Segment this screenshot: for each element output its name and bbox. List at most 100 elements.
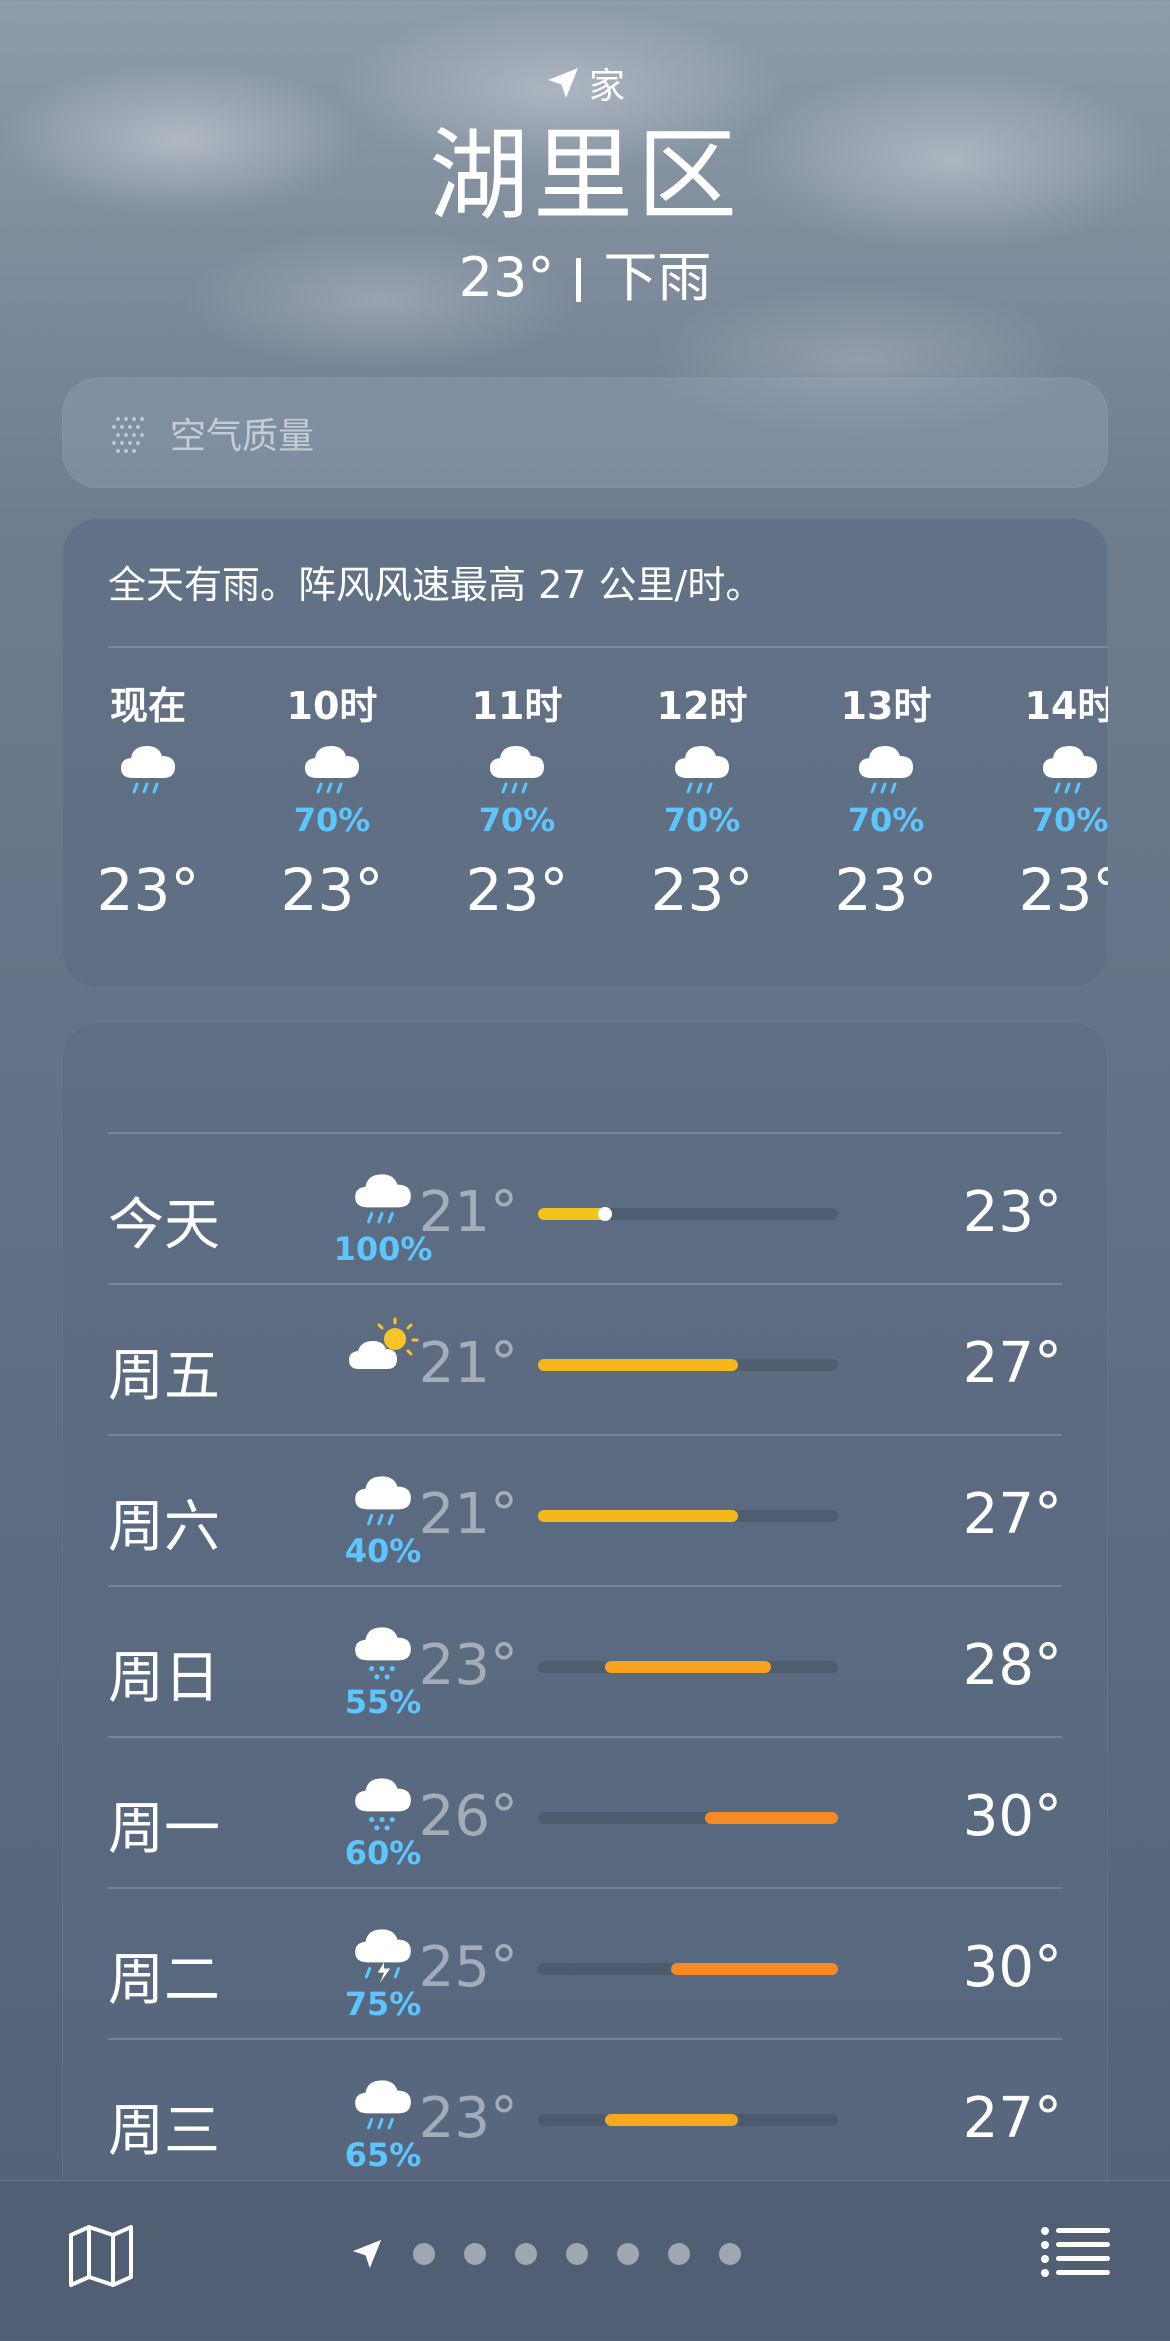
page-dot[interactable]: [617, 2243, 639, 2265]
air-quality-label: 空气质量: [170, 416, 315, 457]
hour-temperature: 23°: [280, 856, 384, 924]
current-location-arrow-icon: [352, 2239, 382, 2269]
precipitation-chance: 70%: [847, 801, 925, 839]
page-dot[interactable]: [719, 2243, 741, 2265]
page-dot[interactable]: [464, 2243, 486, 2265]
divider: [108, 1283, 1062, 1285]
low-temperature: 25°: [418, 1935, 518, 2000]
location-arrow-icon: [547, 68, 578, 98]
list-icon[interactable]: [1040, 2225, 1110, 2281]
day-label: 周六: [108, 1495, 220, 1560]
temperature-range-fill: [671, 1963, 838, 1975]
divider: [108, 1887, 1062, 1889]
precipitation-chance: 70%: [663, 801, 741, 839]
high-temperature: 23°: [962, 1180, 1062, 1245]
hour-label: 14时: [1024, 684, 1108, 728]
daily-row[interactable]: 周五 21° 27°: [108, 1283, 1062, 1433]
current-temp-dot: [597, 1207, 612, 1221]
high-temperature: 27°: [962, 2086, 1062, 2151]
day-label: 周二: [108, 1948, 220, 2013]
rain-cloud-icon: [447, 734, 587, 800]
temperature-range-fill: [538, 1359, 738, 1371]
rain-cloud-icon: [632, 734, 772, 800]
low-temperature: 23°: [418, 1633, 518, 1698]
location-row: 家: [0, 55, 1170, 111]
divider: [108, 2038, 1062, 2040]
temperature-range-bar: [538, 1207, 838, 1221]
high-temperature: 27°: [962, 1331, 1062, 1396]
divider: [108, 1585, 1062, 1587]
temperature-range-bar: [538, 1963, 838, 1975]
temperature-range-fill: [538, 1510, 738, 1522]
divider: [108, 646, 1108, 648]
hourly-item: 13时 70% 23°: [816, 678, 956, 930]
page-dot[interactable]: [413, 2243, 435, 2265]
daily-forecast-card[interactable]: 今天 100% 21° 23° 周五 21° 27° 周六 40% 21° 27° 周日 55% 23° 2…: [62, 1022, 1108, 2222]
low-temperature: 21°: [418, 1180, 518, 1245]
daily-row[interactable]: 周六 40% 21° 27°: [108, 1434, 1062, 1584]
rain-cloud-icon: [1000, 734, 1108, 800]
divider: [108, 1434, 1062, 1436]
page-indicator[interactable]: [350, 2237, 741, 2271]
map-icon[interactable]: [66, 2219, 136, 2289]
daily-row[interactable]: 周日 55% 23° 28°: [108, 1585, 1062, 1735]
forecast-summary: 全天有雨。阵风风速最高 27 公里/时。: [108, 563, 764, 607]
low-temperature: 21°: [418, 1331, 518, 1396]
hourly-item: 10时 70% 23°: [262, 678, 402, 930]
day-label: 周日: [108, 1646, 220, 1711]
low-temperature: 26°: [418, 1784, 518, 1849]
hour-temperature: 23°: [96, 856, 200, 924]
rain-cloud-icon: [78, 734, 218, 800]
weather-header: 家 湖里区 23° 下雨: [0, 55, 1170, 315]
hour-label: 现在: [109, 684, 186, 728]
page-dot[interactable]: [668, 2243, 690, 2265]
current-condition: 下雨: [603, 246, 712, 309]
hour-label: 10时: [286, 684, 378, 728]
precipitation-chance: 70%: [293, 801, 371, 839]
bottom-toolbar: [0, 2180, 1170, 2341]
daily-row[interactable]: 今天 100% 21° 23°: [108, 1132, 1062, 1282]
temperature-range-fill: [704, 1812, 838, 1824]
precipitation-chance: 70%: [1031, 801, 1108, 839]
rain-cloud-icon: [262, 734, 402, 800]
hourly-forecast-card[interactable]: 全天有雨。阵风风速最高 27 公里/时。 现在 23° 10时 70% 23° 11时 70…: [62, 518, 1108, 988]
hour-temperature: 23°: [650, 856, 754, 924]
divider: [108, 1736, 1062, 1738]
hour-temperature: 23°: [465, 856, 569, 924]
daily-row[interactable]: 周一 60% 26° 30°: [108, 1736, 1062, 1886]
daily-row[interactable]: 周三 65% 23° 27°: [108, 2038, 1062, 2188]
low-temperature: 21°: [418, 1482, 518, 1547]
temperature-range-fill: [538, 1208, 605, 1220]
page-dot[interactable]: [566, 2243, 588, 2265]
temperature-range-bar: [538, 2114, 838, 2126]
hour-label: 11时: [471, 684, 563, 728]
low-temperature: 23°: [418, 2086, 518, 2151]
precipitation-chance: 70%: [478, 801, 556, 839]
high-temperature: 28°: [962, 1633, 1062, 1698]
high-temperature: 30°: [962, 1935, 1062, 2000]
air-quality-card[interactable]: 空气质量: [62, 378, 1108, 488]
day-label: 周三: [108, 2099, 220, 2164]
current-conditions: 23° 下雨: [0, 241, 1170, 315]
daily-row[interactable]: 周二 75% 25° 30°: [108, 1887, 1062, 2037]
page-dot[interactable]: [515, 2243, 537, 2265]
separator: [576, 258, 582, 302]
current-temperature: 23°: [458, 246, 555, 309]
temperature-range-fill: [604, 2114, 738, 2126]
hour-temperature: 23°: [1018, 856, 1108, 924]
divider: [108, 1132, 1062, 1134]
high-temperature: 27°: [962, 1482, 1062, 1547]
day-label: 周一: [108, 1797, 220, 1862]
hourly-item: 现在 23°: [78, 678, 218, 930]
day-label: 今天: [108, 1193, 220, 1258]
hourly-item: 12时 70% 23°: [632, 678, 772, 930]
city-name: 湖里区: [429, 117, 741, 234]
hour-label: 13时: [840, 684, 932, 728]
temperature-range-bar: [538, 1510, 838, 1522]
temperature-range-fill: [604, 1661, 772, 1673]
location-label: 家: [588, 66, 625, 107]
hourly-item: 11时 70% 23°: [447, 678, 587, 930]
hourly-strip[interactable]: 现在 23° 10时 70% 23° 11时 70% 23° 12时 70% 23° 13时 70% 23…: [62, 678, 1108, 978]
precipitation-chance: [78, 800, 218, 840]
air-quality-icon: [112, 417, 144, 453]
